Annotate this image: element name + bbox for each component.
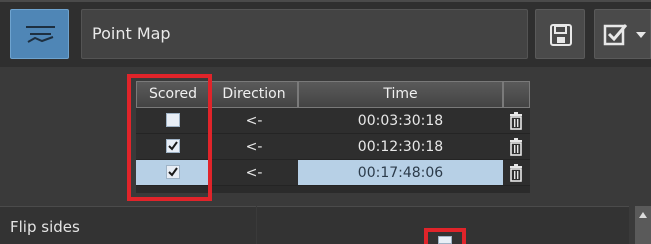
title-field[interactable]: Point Map [81,9,528,59]
save-icon [550,24,572,46]
direction-cell: <- [210,108,298,134]
time-cell[interactable]: 00:12:30:18 [298,134,503,160]
title-text: Point Map [92,24,171,43]
scored-column-highlight [127,74,212,201]
point-map-icon [26,26,55,43]
vertical-scrollbar[interactable] [635,206,651,244]
point-map-panel: Scored Direction Time <- 00:03:30:18 <- … [0,67,651,205]
trash-icon [510,138,522,156]
checkbox-checked-icon [603,24,628,46]
trash-icon [510,164,522,182]
check-menu-button[interactable] [594,9,651,59]
flip-sides-checkbox[interactable] [438,236,452,244]
time-cell[interactable]: 00:17:48:06 [298,160,503,186]
property-row-flip-sides: Flip sides [0,206,651,244]
point-map-button[interactable] [10,9,69,59]
direction-cell: <- [210,160,298,186]
column-header-actions [503,81,530,108]
toolbar-divider [0,0,651,2]
toolbar: Point Map [0,0,651,67]
column-header-time[interactable]: Time [298,81,503,108]
delete-row-button[interactable] [503,108,530,134]
dropdown-arrow-icon [636,32,646,38]
flip-sides-label-cell: Flip sides [0,206,256,244]
flip-sides-label: Flip sides [10,218,80,236]
delete-row-button[interactable] [503,134,530,160]
trash-icon [510,112,522,130]
scroll-up-arrow-icon[interactable] [639,212,647,218]
column-header-direction[interactable]: Direction [210,81,298,108]
direction-cell: <- [210,134,298,160]
save-button[interactable] [535,9,585,59]
time-cell[interactable]: 00:03:30:18 [298,108,503,134]
delete-row-button[interactable] [503,160,530,186]
